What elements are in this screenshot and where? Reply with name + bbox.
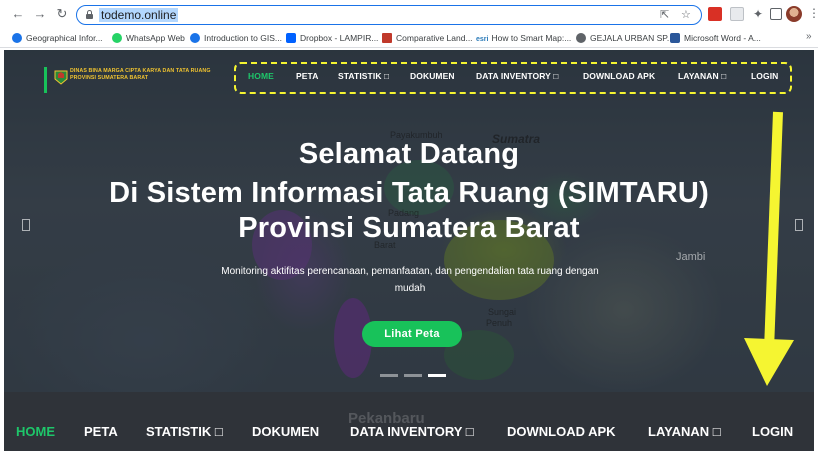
nav-statistik[interactable]: STATISTIK □ — [338, 71, 389, 81]
hero-title-line-3: Provinsi Sumatera Barat — [238, 212, 580, 244]
whatsapp-icon — [112, 33, 122, 43]
bottom-nav-dokumen[interactable]: DOKUMEN — [252, 424, 319, 439]
extension-reader-icon[interactable] — [730, 7, 744, 21]
site-logo[interactable]: DINAS BINA MARGA CIPTA KARYA DAN TATA RU… — [70, 68, 211, 82]
bookmark-label: Microsoft Word - A... — [684, 33, 761, 43]
bookmark-label: GEJALA URBAN SP... — [590, 33, 674, 43]
extension-mendeley-icon[interactable] — [708, 7, 722, 21]
bookmark-label: Dropbox - LAMPIR... — [300, 33, 379, 43]
nav-layanan[interactable]: LAYANAN □ — [678, 71, 726, 81]
bottom-nav-data-inventory[interactable]: DATA INVENTORY □ — [350, 424, 474, 439]
hero-title-line-2: Di Sistem Informasi Tata Ruang (SIMTARU) — [109, 177, 709, 209]
esri-icon: esri — [476, 36, 489, 43]
extensions-puzzle-icon[interactable]: ✦ — [750, 6, 766, 22]
hero-title-line-1: Selamat Datang — [298, 138, 520, 170]
logo-line-1: DINAS BINA MARGA CIPTA KARYA DAN TATA RU… — [70, 68, 211, 74]
bookmark-item[interactable]: esri How to Smart Map:... — [476, 31, 571, 45]
bottom-nav-layanan[interactable]: LAYANAN □ — [648, 424, 721, 439]
bookmark-star-icon[interactable]: ☆ — [681, 8, 691, 21]
bookmark-item[interactable]: Introduction to GIS... — [190, 31, 282, 45]
bookmark-label: Introduction to GIS... — [204, 33, 282, 43]
logo-accent-bar — [44, 67, 47, 93]
bookmark-item[interactable]: Comparative Land... — [382, 31, 473, 45]
nav-login[interactable]: LOGIN — [751, 71, 778, 81]
bookmarks-bar: Geographical Infor... WhatsApp Web Intro… — [0, 28, 818, 48]
bookmark-item[interactable]: Microsoft Word - A... — [670, 31, 761, 45]
nav-download-apk[interactable]: DOWNLOAD APK — [583, 71, 655, 81]
map-label: Sungai — [488, 307, 517, 317]
share-icon[interactable]: ⇱ — [660, 8, 669, 21]
bottom-nav-login[interactable]: LOGIN — [752, 424, 793, 439]
province-emblem-icon — [54, 70, 68, 85]
view-map-button[interactable]: Lihat Peta — [362, 321, 462, 347]
bottom-nav-home[interactable]: HOME — [16, 424, 55, 439]
map-label: Penuh — [486, 318, 513, 328]
globe-icon — [12, 33, 22, 43]
back-icon[interactable]: ← — [10, 6, 26, 22]
bookmark-label: Comparative Land... — [396, 33, 473, 43]
browser-menu-icon[interactable]: ⋮ — [808, 6, 818, 20]
nav-dokumen[interactable]: DOKUMEN — [410, 71, 455, 81]
dropbox-icon — [286, 33, 296, 43]
hero-subtitle-line-2: mudah — [394, 283, 426, 294]
address-bar[interactable]: todemo.online ⇱ ☆ — [76, 5, 702, 25]
carousel-next-icon[interactable] — [795, 219, 803, 231]
carousel-dot[interactable] — [404, 374, 422, 377]
map-label: Jambi — [676, 251, 706, 263]
browser-chrome: ← → ↻ todemo.online ⇱ ☆ ✦ ⋮ Geographical… — [0, 0, 818, 48]
carousel-dot[interactable] — [380, 374, 398, 377]
side-panel-icon[interactable] — [770, 8, 782, 20]
bottom-nav-peta[interactable]: PETA — [84, 424, 118, 439]
document-icon — [382, 33, 392, 43]
bottom-nav-bar: Pekanbaru — [4, 392, 814, 451]
bookmark-label: WhatsApp Web — [126, 33, 185, 43]
bookmark-item[interactable]: GEJALA URBAN SP... — [576, 31, 674, 45]
reload-icon[interactable]: ↻ — [54, 6, 70, 22]
lock-icon — [86, 10, 93, 19]
bookmarks-overflow-icon[interactable]: » — [806, 31, 812, 42]
globe-icon — [190, 33, 200, 43]
browser-toolbar: ← → ↻ todemo.online ⇱ ☆ ✦ ⋮ — [0, 0, 818, 28]
bookmark-item[interactable]: Geographical Infor... — [12, 31, 103, 45]
bookmark-label: Geographical Infor... — [26, 33, 103, 43]
nav-home[interactable]: HOME — [248, 71, 274, 81]
forward-icon[interactable]: → — [32, 6, 48, 22]
globe-icon — [576, 33, 586, 43]
bottom-nav-statistik[interactable]: STATISTIK □ — [146, 424, 223, 439]
bookmark-item[interactable]: Dropbox - LAMPIR... — [286, 31, 378, 45]
logo-line-2: PROVINSI SUMATERA BARAT — [70, 75, 149, 81]
profile-avatar[interactable] — [786, 6, 802, 22]
bookmark-label: How to Smart Map:... — [491, 33, 572, 43]
hero-subtitle-line-1: Monitoring aktifitas perencanaan, pemanf… — [221, 266, 599, 277]
nav-data-inventory[interactable]: DATA INVENTORY □ — [476, 71, 558, 81]
url-text[interactable]: todemo.online — [99, 8, 179, 22]
carousel-dot-active[interactable] — [428, 374, 446, 377]
bookmark-item[interactable]: WhatsApp Web — [112, 31, 185, 45]
nav-peta[interactable]: PETA — [296, 71, 318, 81]
bottom-nav-download-apk[interactable]: DOWNLOAD APK — [507, 424, 616, 439]
carousel-prev-icon[interactable] — [22, 219, 30, 231]
word-icon — [670, 33, 680, 43]
